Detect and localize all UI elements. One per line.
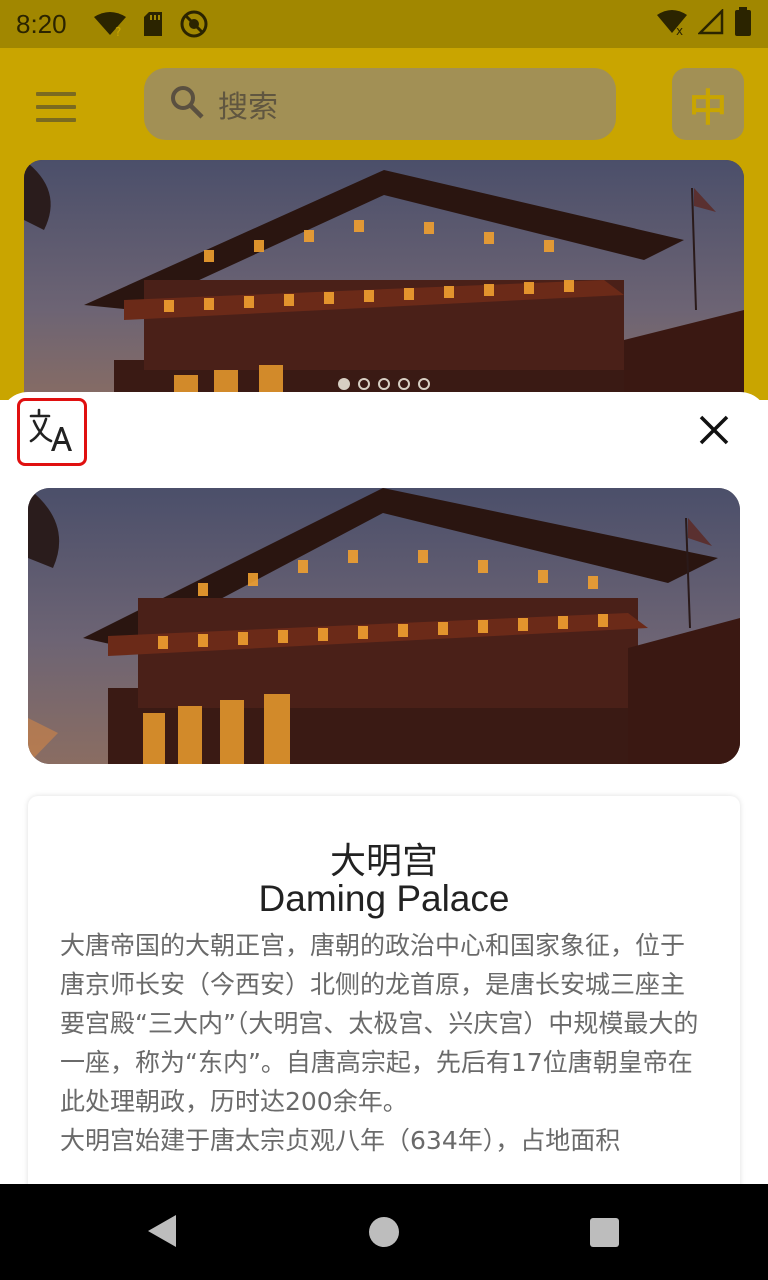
detail-bottom-sheet: 大明宫 Daming Palace 大唐帝国的大朝正宫，唐朝的政治中心和国家象征… bbox=[0, 392, 768, 1184]
carousel-dot[interactable] bbox=[398, 378, 410, 390]
carousel-indicator bbox=[24, 378, 744, 390]
translate-icon bbox=[29, 407, 75, 457]
wifi-off-icon: x bbox=[656, 9, 688, 39]
carousel-dot[interactable] bbox=[358, 378, 370, 390]
search-placeholder: 搜索 bbox=[218, 90, 278, 125]
title-english: Daming Palace bbox=[258, 878, 510, 919]
search-icon bbox=[170, 85, 204, 123]
wifi-question-icon: ? bbox=[93, 11, 127, 37]
title-chinese: 大明宫 bbox=[329, 841, 438, 882]
language-toggle-button[interactable]: 中 bbox=[672, 68, 744, 140]
carousel-dot[interactable] bbox=[378, 378, 390, 390]
menu-button[interactable] bbox=[36, 92, 76, 122]
search-input[interactable]: 搜索 bbox=[144, 68, 616, 140]
signal-icon bbox=[696, 7, 724, 39]
close-icon bbox=[699, 415, 729, 449]
app-bar: 搜索 中 bbox=[0, 48, 768, 410]
battery-icon bbox=[734, 7, 752, 41]
menu-icon-line bbox=[36, 92, 76, 96]
no-disturb-icon bbox=[179, 9, 209, 39]
menu-icon-line bbox=[36, 118, 76, 122]
svg-text:x: x bbox=[676, 24, 683, 35]
system-nav-bar bbox=[0, 1184, 768, 1280]
back-icon[interactable] bbox=[146, 1214, 178, 1252]
palace-photo bbox=[28, 488, 740, 764]
description-paragraph: 大明宫始建于唐太宗贞观八年（634年），占地面积 bbox=[60, 1126, 621, 1155]
description-paragraph: 大唐帝国的大朝正宫，唐朝的政治中心和国家象征，位于唐京师长安（今西安）北侧的龙首… bbox=[60, 931, 699, 1116]
palace-illustration bbox=[24, 160, 744, 410]
menu-icon-line bbox=[36, 105, 76, 109]
carousel-dot[interactable] bbox=[418, 378, 430, 390]
banner-carousel-image[interactable] bbox=[24, 160, 744, 410]
palace-illustration bbox=[28, 488, 740, 764]
info-card: 大明宫 Daming Palace 大唐帝国的大朝正宫，唐朝的政治中心和国家象征… bbox=[28, 796, 740, 1184]
status-time: 8:20 bbox=[16, 8, 67, 39]
close-button[interactable] bbox=[692, 410, 736, 454]
svg-text:?: ? bbox=[115, 25, 121, 37]
carousel-dot[interactable] bbox=[338, 378, 350, 390]
translate-button[interactable] bbox=[17, 398, 87, 466]
status-bar: 8:20 ? x bbox=[0, 0, 768, 48]
description-text: 大唐帝国的大朝正宫，唐朝的政治中心和国家象征，位于唐京师长安（今西安）北侧的龙首… bbox=[60, 926, 708, 1160]
recent-apps-icon[interactable] bbox=[590, 1218, 619, 1247]
home-icon[interactable] bbox=[369, 1217, 399, 1247]
sd-card-icon bbox=[143, 11, 163, 37]
